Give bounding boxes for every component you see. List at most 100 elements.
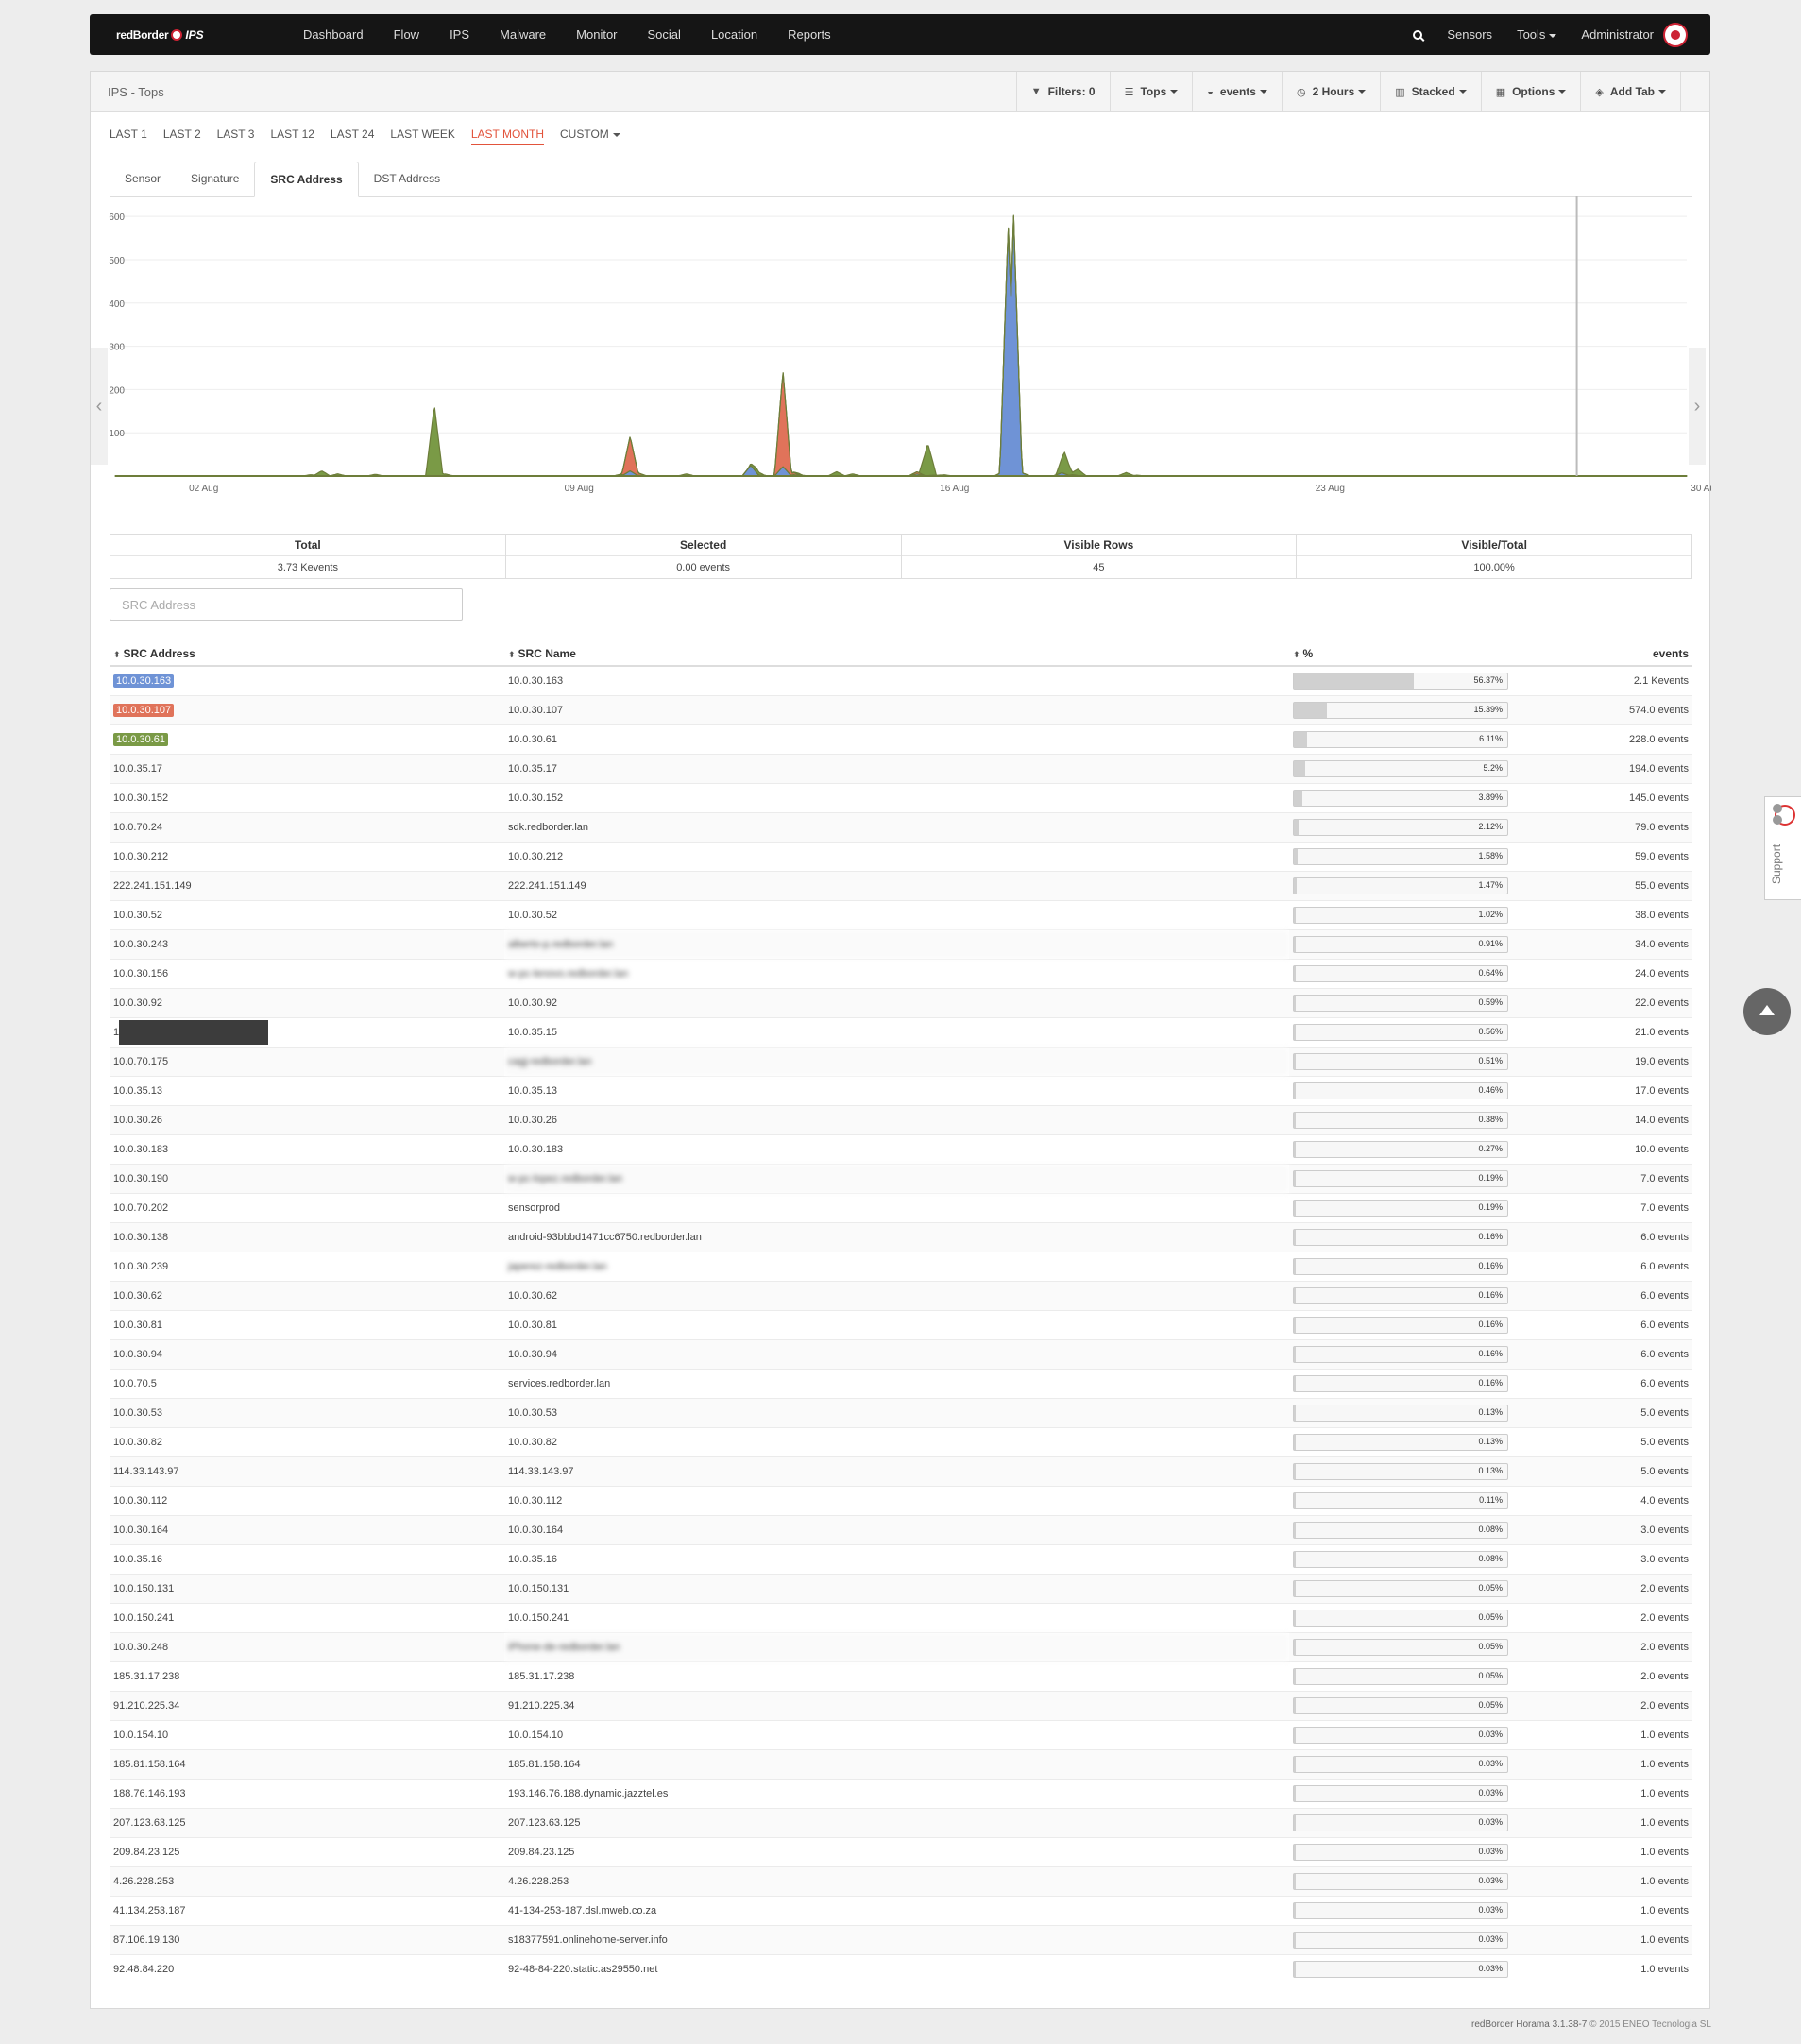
table-row[interactable]: 87.106.19.130 s18377591.onlinehome-server…	[110, 1925, 1692, 1955]
table-row[interactable]: 10.0.30.81 10.0.30.81 0.16% 6.0 events	[110, 1310, 1692, 1340]
table-row[interactable]: 4.26.228.253 4.26.228.253 0.03% 1.0 events	[110, 1866, 1692, 1897]
header-src-name[interactable]: ⬍ SRC Name	[504, 642, 1289, 667]
table-row[interactable]: 10.0.30.112 10.0.30.112 0.11% 4.0 events	[110, 1486, 1692, 1516]
src-address-badge[interactable]: 10.0.30.61	[113, 733, 168, 746]
support-widget[interactable]: Support	[1764, 796, 1801, 900]
table-row[interactable]: 10.0.30.107 10.0.30.107 15.39% 574.0 events	[110, 695, 1692, 725]
tab-sensor[interactable]: Sensor	[110, 162, 176, 197]
table-row[interactable]: 10.0.154.10 10.0.154.10 0.03% 1.0 events	[110, 1720, 1692, 1750]
range-tab-last-24[interactable]: LAST 24	[331, 128, 374, 145]
table-row[interactable]: 10.0.30.239 japerez-redborder.lan 0.16% 6.0…	[110, 1252, 1692, 1282]
table-row[interactable]: 10.0.35.17 10.0.35.17 5.2% 194.0 events	[110, 754, 1692, 784]
range-tab-label: LAST 3	[216, 128, 255, 141]
table-row[interactable]: 10.0.30.94 10.0.30.94 0.16% 6.0 events	[110, 1339, 1692, 1370]
cell-src-address: 91.210.225.34	[110, 1691, 504, 1721]
tab-src-address[interactable]: SRC Address	[254, 162, 359, 197]
src-address-search-input[interactable]	[110, 588, 463, 621]
table-row[interactable]: 10.0.150.131 10.0.150.131 0.05% 2.0 events	[110, 1574, 1692, 1604]
nav-item-malware[interactable]: Malware	[500, 27, 546, 42]
cell-percent: 0.13%	[1289, 1456, 1523, 1487]
table-row[interactable]: 10.0.30.152 10.0.30.152 3.89% 145.0 events	[110, 783, 1692, 813]
table-row[interactable]: 10.0.30.52 10.0.30.52 1.02% 38.0 events	[110, 900, 1692, 930]
header-events[interactable]: events	[1523, 642, 1692, 667]
search-icon[interactable]	[1413, 29, 1423, 40]
app-logo[interactable]: redBorder IPS	[116, 28, 258, 42]
table-row[interactable]: 10.0.30.164 10.0.30.164 0.08% 3.0 events	[110, 1515, 1692, 1545]
table-row[interactable]: 10.0.30.138 android-93bbbd1471cc6750.redb…	[110, 1222, 1692, 1252]
table-row[interactable]: 10.0.30.163 10.0.30.163 56.37% 2.1 Kevents	[110, 666, 1692, 696]
header-src-address[interactable]: ⬍ SRC Address	[110, 642, 504, 667]
range-tab-last-month[interactable]: LAST MONTH	[470, 128, 544, 145]
table-row[interactable]: 10.0.30.212 10.0.30.212 1.58% 59.0 events	[110, 842, 1692, 872]
range-tab-last-2[interactable]: LAST 2	[163, 128, 201, 145]
range-tab-last-12[interactable]: LAST 12	[270, 128, 314, 145]
table-row[interactable]: 10.0.70.5 services.redborder.lan 0.16% 6.0 …	[110, 1369, 1692, 1399]
table-row[interactable]: 114.33.143.97 114.33.143.97 0.13% 5.0 event…	[110, 1456, 1692, 1487]
nav-item-dashboard[interactable]: Dashboard	[303, 27, 364, 42]
table-row[interactable]: 10.0.150.241 10.0.150.241 0.05% 2.0 events	[110, 1603, 1692, 1633]
percent-bar: 0.05%	[1293, 1580, 1508, 1597]
table-row[interactable]: 188.76.146.193 193.146.76.188.dynamic.jaz…	[110, 1779, 1692, 1809]
chart-plot[interactable]: 100 200 300 400 500 600 02 Aug 09 Aug 16 Aug 23 A…	[91, 196, 1711, 532]
range-tab-custom[interactable]: CUSTOM	[560, 128, 620, 145]
table-row[interactable]: 10.0.30.53 10.0.30.53 0.13% 5.0 events	[110, 1398, 1692, 1428]
tab-signature[interactable]: Signature	[176, 162, 254, 197]
percent-value: 0.16%	[1478, 1261, 1503, 1270]
table-row[interactable]: 10.0.30.61 10.0.30.61 6.11% 228.0 events	[110, 724, 1692, 755]
events-dropdown[interactable]: ◒ events	[1192, 72, 1282, 111]
table-row[interactable]: 10.0.70.24 sdk.redborder.lan 2.12% 79.0 eve…	[110, 812, 1692, 843]
cell-src-address: 209.84.23.125	[110, 1837, 504, 1867]
table-row[interactable]: 207.123.63.125 207.123.63.125 0.03% 1.0 eve…	[110, 1808, 1692, 1838]
table-row[interactable]: 10.0.70.202 sensorprod 0.19% 7.0 events	[110, 1193, 1692, 1223]
options-dropdown[interactable]: ▦ Options	[1480, 72, 1581, 111]
cell-percent: 0.03%	[1289, 1808, 1523, 1838]
table-row[interactable]: 222.241.151.149 222.241.151.149 1.47% 55.0 …	[110, 871, 1692, 901]
stacked-dropdown[interactable]: ▥ Stacked	[1380, 72, 1480, 111]
tops-dropdown[interactable]: ☰ Tops	[1109, 72, 1193, 111]
table-row[interactable]: 185.31.17.238 185.31.17.238 0.05% 2.0 event…	[110, 1661, 1692, 1692]
scroll-to-top-button[interactable]	[1743, 988, 1791, 1035]
table-row[interactable]: 10.0.70.175 cagj-redborder.lan 0.51% 19.0 e…	[110, 1047, 1692, 1077]
table-row[interactable]: 1 10.0.35.15 0.56% 21.0 events	[110, 1017, 1692, 1048]
time-range-dropdown[interactable]: ◷ 2 Hours	[1281, 72, 1380, 111]
cell-events: 34.0 events	[1523, 929, 1692, 960]
table-row[interactable]: 10.0.30.62 10.0.30.62 0.16% 6.0 events	[110, 1281, 1692, 1311]
filters-button[interactable]: ▼ Filters: 0	[1015, 72, 1110, 111]
nav-item-reports[interactable]: Reports	[788, 27, 831, 42]
cell-percent: 0.03%	[1289, 1866, 1523, 1897]
tab-dst-address[interactable]: DST Address	[359, 162, 455, 197]
nav-tools-dropdown[interactable]: Tools	[1517, 27, 1557, 42]
top-navbar: redBorder IPS Dashboard Flow IPS Malware Mon…	[90, 14, 1710, 55]
nav-item-location[interactable]: Location	[711, 27, 757, 42]
add-tab-dropdown[interactable]: ◈ Add Tab	[1580, 72, 1681, 111]
range-tab-last-week[interactable]: LAST WEEK	[390, 128, 454, 145]
src-address-badge[interactable]: 10.0.30.107	[113, 704, 175, 717]
header-percent[interactable]: ⬍%	[1289, 642, 1523, 667]
cell-src-name: cagj-redborder.lan	[504, 1047, 1289, 1077]
table-row[interactable]: 10.0.30.156 w-pc-lenovo.redborder.lan 0.64…	[110, 959, 1692, 989]
table-row[interactable]: 10.0.30.243 alberto-p.redborder.lan 0.91% 3…	[110, 929, 1692, 960]
range-tab-last-1[interactable]: LAST 1	[110, 128, 147, 145]
nav-item-social[interactable]: Social	[648, 27, 681, 42]
nav-item-ips[interactable]: IPS	[450, 27, 469, 42]
table-row[interactable]: 91.210.225.34 91.210.225.34 0.05% 2.0 event…	[110, 1691, 1692, 1721]
table-row[interactable]: 41.134.253.187 41-134-253-187.dsl.mweb.co…	[110, 1896, 1692, 1926]
table-row[interactable]: 92.48.84.220 92-48-84-220.static.as29550.…	[110, 1954, 1692, 1984]
range-tab-last-3[interactable]: LAST 3	[217, 128, 255, 145]
table-row[interactable]: 10.0.35.13 10.0.35.13 0.46% 17.0 events	[110, 1076, 1692, 1106]
table-row[interactable]: 10.0.30.92 10.0.30.92 0.59% 22.0 events	[110, 988, 1692, 1018]
table-row[interactable]: 10.0.30.183 10.0.30.183 0.27% 10.0 events	[110, 1134, 1692, 1165]
table-row[interactable]: 185.81.158.164 185.81.158.164 0.03% 1.0 eve…	[110, 1749, 1692, 1780]
table-row[interactable]: 10.0.30.190 w-pc-lopez.redborder.lan 0.19%…	[110, 1164, 1692, 1194]
table-row[interactable]: 10.0.35.16 10.0.35.16 0.08% 3.0 events	[110, 1544, 1692, 1575]
src-address-badge[interactable]: 10.0.30.163	[113, 674, 175, 688]
table-row[interactable]: 209.84.23.125 209.84.23.125 0.03% 1.0 event…	[110, 1837, 1692, 1867]
table-row[interactable]: 10.0.30.82 10.0.30.82 0.13% 5.0 events	[110, 1427, 1692, 1457]
nav-item-monitor[interactable]: Monitor	[576, 27, 617, 42]
nav-item-flow[interactable]: Flow	[394, 27, 419, 42]
nav-sensors[interactable]: Sensors	[1447, 27, 1492, 42]
table-row[interactable]: 10.0.30.26 10.0.30.26 0.38% 14.0 events	[110, 1105, 1692, 1135]
user-menu[interactable]: Administrator	[1581, 27, 1654, 42]
avatar[interactable]	[1663, 22, 1688, 47]
table-row[interactable]: 10.0.30.248 iPhone-de-redborder.lan 0.05% 2…	[110, 1632, 1692, 1662]
